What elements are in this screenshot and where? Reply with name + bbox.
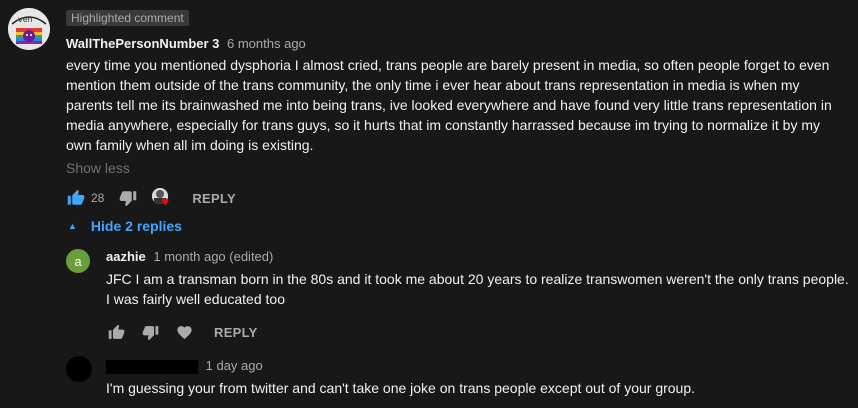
comment-line: own family when all im doing is existing… <box>66 137 314 153</box>
svg-text:ven: ven <box>18 15 33 24</box>
thumbs-up-icon <box>67 189 85 205</box>
dislike-button[interactable] <box>140 322 160 342</box>
thumbs-down-icon <box>120 191 137 207</box>
reply-button[interactable]: REPLY <box>214 325 258 340</box>
reply-timestamp[interactable]: 1 day ago <box>206 358 263 373</box>
heart-button[interactable] <box>174 322 194 342</box>
comment-body: every time you mentioned dysphoria I alm… <box>66 55 832 155</box>
rainbow-avatar-icon: ven <box>8 8 50 50</box>
reply-action-toolbar: REPLY <box>106 322 258 342</box>
reply-avatar[interactable] <box>66 356 92 382</box>
reply-avatar[interactable]: a <box>66 249 90 273</box>
thumbs-down-icon <box>142 325 158 340</box>
chevron-up-icon: ▲ <box>68 221 77 231</box>
reply-line: I was fairly well educated too <box>106 291 285 307</box>
reply-button[interactable]: REPLY <box>192 191 236 206</box>
like-button[interactable] <box>106 322 126 342</box>
redacted-author <box>106 359 198 374</box>
reply-header: aazhie 1 month ago (edited) <box>106 249 273 265</box>
reply-header: 1 day ago <box>106 358 263 374</box>
commenter-avatar[interactable]: ven <box>8 8 50 50</box>
reply-timestamp[interactable]: 1 month ago (edited) <box>153 249 273 264</box>
comment-line: media anywhere, especially for trans guy… <box>66 117 820 133</box>
comment-author[interactable]: WallThePersonNumber 3 <box>66 36 219 51</box>
comment-action-toolbar: 28 ♥ REPLY <box>66 188 236 208</box>
comment-line: parents tell me its brainwashed me into … <box>66 97 832 113</box>
avatar-letter: a <box>74 253 82 269</box>
comment-line: every time you mentioned dysphoria I alm… <box>66 57 830 73</box>
hide-replies-toggle[interactable]: ▲ Hide 2 replies <box>66 218 182 234</box>
reply-author[interactable]: aazhie <box>106 249 146 264</box>
show-less-link[interactable]: Show less <box>66 158 130 178</box>
highlighted-comment-badge: Highlighted comment <box>66 10 189 26</box>
like-button[interactable] <box>66 188 86 208</box>
reply-line: I'm guessing your from twitter and can't… <box>106 380 696 396</box>
comment-timestamp[interactable]: 6 months ago <box>227 36 306 51</box>
comment-line: mention them outside of the trans commun… <box>66 77 800 93</box>
reply-body: I'm guessing your from twitter and can't… <box>106 378 695 398</box>
comment-header: WallThePersonNumber 3 6 months ago <box>66 36 306 52</box>
like-count: 28 <box>91 191 105 205</box>
thumbs-up-icon <box>108 324 124 339</box>
reply-line: JFC I am a transman born in the 80s and … <box>106 271 849 287</box>
hide-replies-label: Hide 2 replies <box>90 218 182 234</box>
creator-heart-badge: ♥ <box>152 188 174 208</box>
heart-icon: ♥ <box>161 194 170 209</box>
reply-body: JFC I am a transman born in the 80s and … <box>106 269 849 309</box>
heart-icon <box>176 325 192 339</box>
dislike-button[interactable] <box>118 188 138 208</box>
